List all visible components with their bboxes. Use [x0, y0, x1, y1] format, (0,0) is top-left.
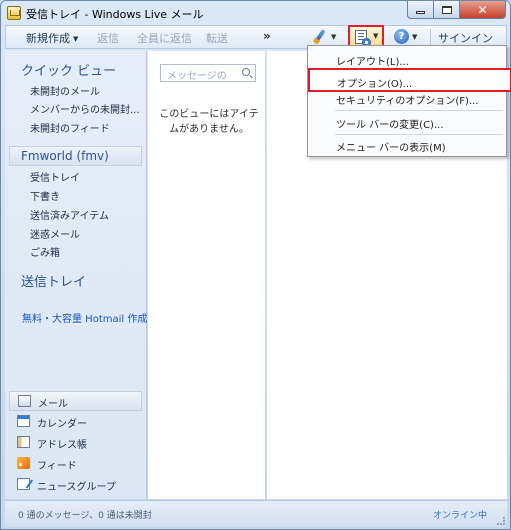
menu-item-security-options[interactable]: セキュリティのオプション(F)... — [309, 88, 505, 108]
online-status[interactable]: オンライン中 — [433, 508, 487, 521]
caption-buttons: ✕ — [407, 1, 506, 19]
menu-item-show-menu-bar-label: メニュー バーの表示(M) — [336, 143, 446, 154]
window-title: 受信トレイ - Windows Live メール — [26, 8, 204, 21]
app-window: 受信トレイ - Windows Live メール ✕ 新規作成 ▼ 返信 全員に返… — [0, 0, 511, 530]
calendar-icon — [17, 415, 30, 427]
menus-dropdown: レイアウト(L)... オプション(O)... セキュリティのオプション(F).… — [307, 45, 511, 157]
maximize-button[interactable] — [434, 1, 460, 19]
minimize-button[interactable] — [407, 1, 434, 19]
menu-item-customize-toolbar[interactable]: ツール バーの変更(C)... — [309, 112, 505, 132]
quick-view-unread-mail[interactable]: 未開封のメール — [30, 83, 100, 98]
chevron-down-icon: ▼ — [412, 33, 418, 41]
menu-item-show-menu-bar[interactable]: メニュー バーの表示(M) — [309, 135, 505, 155]
reply-all-button[interactable]: 全員に返信 — [137, 30, 192, 46]
title-bar: 受信トレイ - Windows Live メール ✕ — [1, 1, 510, 25]
menu-item-customize-toolbar-label: ツール バーの変更(C)... — [336, 120, 444, 131]
paintbrush-icon — [314, 29, 326, 43]
outbox-title[interactable]: 送信トレイ — [21, 271, 86, 290]
folder-sent-items[interactable]: 送信済みアイテム — [30, 207, 109, 222]
close-button[interactable]: ✕ — [460, 1, 506, 19]
menu-options-icon — [355, 30, 371, 47]
chevron-down-icon: ▼ — [73, 35, 79, 43]
feed-icon — [17, 457, 30, 469]
module-calendar[interactable]: カレンダー — [9, 412, 142, 432]
new-button[interactable]: 新規作成 ▼ — [26, 30, 78, 46]
module-mail[interactable]: メール — [9, 391, 142, 411]
hotmail-signup-link[interactable]: 無料・大容量 Hotmail 作成 — [22, 310, 147, 325]
new-button-label: 新規作成 — [26, 32, 70, 45]
forward-button[interactable]: 転送 — [206, 30, 228, 46]
message-list-pane: メッセージの このビューにはアイテムがありません。 — [148, 51, 266, 499]
module-feeds-label: フィード — [37, 461, 77, 472]
module-newsgroups[interactable]: ニュースグループ — [9, 475, 142, 495]
mail-icon — [18, 395, 31, 407]
module-calendar-label: カレンダー — [37, 419, 87, 430]
module-address-book[interactable]: アドレス帳 — [9, 433, 142, 453]
folder-drafts[interactable]: 下書き — [30, 188, 60, 203]
module-newsgroups-label: ニュースグループ — [37, 482, 116, 493]
folder-pane: クイック ビュー 未開封のメール メンバーからの未開封... 未開封のフィード … — [5, 51, 147, 499]
folder-inbox[interactable]: 受信トレイ — [30, 169, 80, 184]
menu-item-layout[interactable]: レイアウト(L)... — [309, 49, 505, 69]
reply-button[interactable]: 返信 — [97, 30, 119, 46]
search-icon[interactable] — [242, 68, 250, 76]
toolbar-separator — [430, 29, 431, 45]
address-book-icon — [17, 436, 30, 448]
search-input[interactable]: メッセージの — [160, 64, 256, 82]
account-header[interactable]: Fmworld (fmv) — [9, 146, 142, 166]
menu-item-layout-label: レイアウト(L)... — [336, 57, 409, 68]
menu-separator — [335, 110, 503, 111]
resize-grip[interactable] — [497, 517, 505, 525]
minimize-icon — [416, 10, 425, 14]
chevron-down-icon: ▼ — [373, 32, 379, 40]
help-button[interactable]: ? ▼ — [392, 27, 422, 47]
close-icon: ✕ — [477, 2, 488, 17]
inbox-icon — [7, 6, 21, 20]
account-name: Fmworld (fmv) — [21, 149, 109, 163]
toolbar-overflow-button[interactable]: » — [263, 29, 271, 43]
module-address-book-label: アドレス帳 — [37, 440, 87, 451]
color-button[interactable]: ▼ — [314, 27, 340, 47]
quick-view-unread-from-contacts[interactable]: メンバーからの未開封... — [30, 101, 140, 116]
search-placeholder: メッセージの — [167, 71, 227, 82]
status-bar: 0 通のメッセージ、0 通は未開封 オンライン中 — [5, 500, 507, 527]
folder-junk[interactable]: 迷惑メール — [30, 226, 80, 241]
module-mail-label: メール — [38, 399, 68, 410]
chevron-down-icon: ▼ — [331, 33, 337, 41]
message-count-status: 0 通のメッセージ、0 通は未開封 — [18, 511, 152, 521]
newsgroup-icon — [17, 478, 30, 490]
module-feeds[interactable]: フィード — [9, 454, 142, 474]
maximize-icon — [441, 5, 452, 14]
folder-deleted[interactable]: ごみ箱 — [30, 244, 60, 259]
empty-list-message: このビューにはアイテムがありません。 — [159, 109, 259, 135]
quick-views-title[interactable]: クイック ビュー — [21, 60, 116, 79]
help-icon: ? — [394, 29, 409, 44]
signin-button[interactable]: サインイン — [438, 30, 493, 46]
menu-item-security-options-label: セキュリティのオプション(F)... — [336, 96, 479, 107]
quick-view-unread-feeds[interactable]: 未開封のフィード — [30, 120, 110, 135]
